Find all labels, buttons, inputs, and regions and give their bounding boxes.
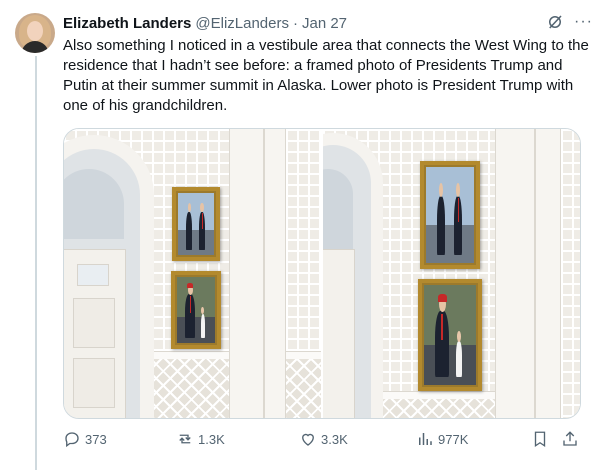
photo-ground [424,345,476,385]
bookmark-button[interactable] [531,430,549,448]
pillar [229,129,264,418]
photo-ground [177,316,215,343]
like-icon [299,430,317,448]
views-icon [416,430,434,448]
pillar [495,129,535,418]
grok-icon[interactable] [546,13,564,31]
wainscot-trim [154,351,229,359]
grandchild-photo [177,277,215,343]
like-count: 3.3K [321,431,348,447]
wainscot-trim [383,391,495,399]
author-name[interactable]: Elizabeth Landers [63,15,191,32]
child-figure [200,307,206,338]
wainscot-trim [286,351,321,359]
avatar-face [27,21,43,41]
person-figure [453,182,463,256]
pillar [535,129,561,418]
framed-photo-grandchild [171,271,221,349]
photo-ground [426,224,474,263]
person-figure [185,282,196,338]
person-figure [435,293,449,377]
person-head [200,203,204,213]
views-button[interactable]: 977K [416,430,468,448]
summit-photo [426,167,474,263]
framed-photo-summit [172,187,220,261]
repost-icon [176,430,194,448]
author-handle[interactable]: @ElizLanders [195,15,289,32]
door-panel [73,358,115,408]
framed-photo-grandchild [418,279,482,391]
photo-sky [178,193,214,231]
person-head [187,203,191,213]
door-window [77,264,109,286]
photo-background [177,277,215,317]
thread-line [35,56,37,470]
tweet-date[interactable]: Jan 27 [302,15,347,32]
reply-button[interactable]: 373 [63,430,107,448]
summit-photo [178,193,214,255]
share-button[interactable] [561,430,579,448]
reply-icon [63,430,81,448]
wainscot-lattice [383,399,495,418]
views-count: 977K [438,431,469,447]
door [323,249,355,418]
tweet-text: Also something I noticed in a vestibule … [63,37,589,114]
photo-left[interactable] [64,129,321,418]
child-figure [456,330,463,377]
pillar [264,129,286,418]
wainscot-lattice [154,359,229,418]
photo-ground [178,230,214,255]
avatar[interactable] [15,13,55,53]
share-icon [561,430,579,448]
window-glass [323,169,353,249]
red-cap [187,282,194,289]
framed-photo-summit [420,161,480,269]
action-bar: 373 1.3K 3.3K 977K [63,430,581,452]
person-head [438,182,444,198]
red-tie [441,313,443,341]
reply-count: 373 [85,431,107,447]
person-figure [185,203,193,251]
like-button[interactable]: 3.3K [299,430,348,448]
photo-right[interactable] [323,129,580,418]
door-panel [73,298,115,348]
person-figure [436,182,446,256]
lattice-panel [561,129,580,418]
bookmark-icon [531,430,549,448]
more-icon[interactable]: ··· [574,14,593,30]
red-tie [457,198,459,222]
media-grid [63,128,581,419]
grandchild-photo [424,285,476,385]
red-tie [189,295,191,314]
wainscot-lattice [286,359,321,418]
separator: · [292,14,298,32]
red-tie [201,213,203,229]
photo-background [424,285,476,345]
repost-count: 1.3K [198,431,225,447]
header-icons: ··· [546,13,593,31]
red-cap [437,293,447,302]
photo-sky [426,167,474,225]
tweet-header: Elizabeth Landers @ElizLanders · Jan 27 … [63,13,593,33]
door [64,249,126,418]
repost-button[interactable]: 1.3K [176,430,225,448]
person-figure [198,203,206,251]
